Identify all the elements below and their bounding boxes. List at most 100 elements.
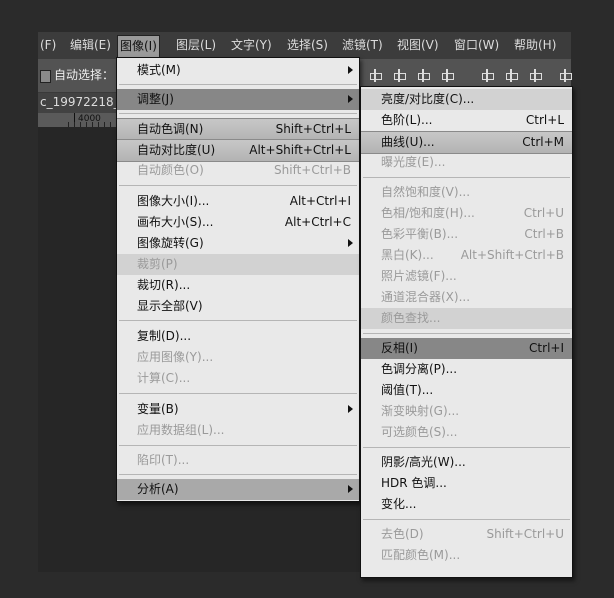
menu-item-mode[interactable]: 模式(M) xyxy=(117,60,359,81)
menu-item-exposure[interactable]: 曝光度(E)... xyxy=(361,152,572,173)
menu-separator xyxy=(119,320,357,321)
menu-item-shadows-highlights[interactable]: 阴影/高光(W)... xyxy=(361,452,572,473)
menu-item-shortcut: Alt+Shift+Ctrl+B xyxy=(460,248,564,262)
menu-separator xyxy=(363,177,570,178)
menu-item-levels[interactable]: 色阶(L)... Ctrl+L xyxy=(361,110,572,131)
align-top-icon[interactable] xyxy=(368,69,382,82)
menu-item-label: 阴影/高光(W)... xyxy=(381,455,466,469)
menu-edit[interactable]: 编辑(E) xyxy=(68,32,113,59)
menu-item-trap[interactable]: 陷印(T)... xyxy=(117,450,359,471)
menu-item-label: 曝光度(E)... xyxy=(381,155,446,169)
auto-select-checkbox[interactable] xyxy=(40,70,51,83)
menu-separator xyxy=(119,393,357,394)
menu-item-desaturate[interactable]: 去色(D) Shift+Ctrl+U xyxy=(361,524,572,545)
align-vcenter-icon[interactable] xyxy=(392,69,406,82)
menu-item-label: 可选颜色(S)... xyxy=(381,425,458,439)
menu-item-reveal-all[interactable]: 显示全部(V) xyxy=(117,296,359,317)
menu-item-selective-color[interactable]: 可选颜色(S)... xyxy=(361,422,572,443)
menu-item-label: 色彩平衡(B)... xyxy=(381,227,459,241)
menu-item-label: 图像旋转(G) xyxy=(137,236,204,250)
menu-item-label: 自然饱和度(V)... xyxy=(381,185,471,199)
menu-item-label: 应用图像(Y)... xyxy=(137,350,214,364)
menu-item-shortcut: Alt+Ctrl+C xyxy=(284,215,351,229)
menu-item-canvas-size[interactable]: 画布大小(S)... Alt+Ctrl+C xyxy=(117,212,359,233)
menu-item-crop[interactable]: 裁剪(P) xyxy=(117,254,359,275)
menu-item-label: 变化... xyxy=(381,497,417,511)
submenu-arrow-icon xyxy=(348,239,353,247)
menu-item-label: 调整(J) xyxy=(137,92,174,106)
menu-item-label: 变量(B) xyxy=(137,402,179,416)
menu-item-hdr-toning[interactable]: HDR 色调... xyxy=(361,473,572,494)
menu-item-threshold[interactable]: 阈值(T)... xyxy=(361,380,572,401)
menu-item-label: 匹配颜色(M)... xyxy=(381,548,461,562)
menu-item-channel-mixer[interactable]: 通道混合器(X)... xyxy=(361,287,572,308)
menu-file[interactable]: (F) xyxy=(38,32,58,59)
menu-filter[interactable]: 滤镜(T) xyxy=(340,32,385,59)
menu-item-apply-data-set[interactable]: 应用数据组(L)... xyxy=(117,420,359,441)
menu-item-curves[interactable]: 曲线(U)... Ctrl+M xyxy=(361,131,572,154)
menu-window[interactable]: 窗口(W) xyxy=(452,32,501,59)
menu-item-vibrance[interactable]: 自然饱和度(V)... xyxy=(361,182,572,203)
menu-item-image-size[interactable]: 图像大小(I)... Alt+Ctrl+I xyxy=(117,191,359,212)
menu-item-black-white[interactable]: 黑白(K)... Alt+Shift+Ctrl+B xyxy=(361,245,572,266)
menu-item-hue-saturation[interactable]: 色相/饱和度(H)... Ctrl+U xyxy=(361,203,572,224)
menu-item-trim[interactable]: 裁切(R)... xyxy=(117,275,359,296)
menu-item-brightness-contrast[interactable]: 亮度/对比度(C)... xyxy=(361,89,572,110)
menu-item-photo-filter[interactable]: 照片滤镜(F)... xyxy=(361,266,572,287)
menu-item-adjustments[interactable]: 调整(J) xyxy=(117,89,359,110)
menu-item-duplicate[interactable]: 复制(D)... xyxy=(117,326,359,347)
menu-item-gradient-map[interactable]: 渐变映射(G)... xyxy=(361,401,572,422)
menu-item-image-rotation[interactable]: 图像旋转(G) xyxy=(117,233,359,254)
menu-item-auto-color[interactable]: 自动颜色(O) Shift+Ctrl+B xyxy=(117,160,359,181)
menu-item-label: 黑白(K)... xyxy=(381,248,434,262)
menu-item-shortcut: Alt+Shift+Ctrl+L xyxy=(249,143,351,157)
menu-item-label: 渐变映射(G)... xyxy=(381,404,460,418)
menu-item-apply-image[interactable]: 应用图像(Y)... xyxy=(117,347,359,368)
menu-layer[interactable]: 图层(L) xyxy=(174,32,218,59)
distribute-vcenter-icon[interactable] xyxy=(504,69,518,82)
menu-item-label: 色调分离(P)... xyxy=(381,362,458,376)
menu-image[interactable]: 图像(I) xyxy=(117,35,160,58)
menu-item-match-color[interactable]: 匹配颜色(M)... xyxy=(361,545,572,566)
menu-item-shortcut: Alt+Ctrl+I xyxy=(289,194,351,208)
submenu-arrow-icon xyxy=(348,66,353,74)
menu-item-label: 裁切(R)... xyxy=(137,278,191,292)
menu-item-label: 反相(I) xyxy=(381,341,418,355)
menu-separator xyxy=(363,333,570,334)
menu-item-label: 阈值(T)... xyxy=(381,383,434,397)
submenu-arrow-icon xyxy=(348,405,353,413)
menu-item-shortcut: Shift+Ctrl+B xyxy=(274,163,351,177)
menu-item-variables[interactable]: 变量(B) xyxy=(117,399,359,420)
menu-type[interactable]: 文字(Y) xyxy=(229,32,274,59)
menu-view[interactable]: 视图(V) xyxy=(395,32,441,59)
menu-item-shortcut: Ctrl+U xyxy=(523,206,564,220)
menu-separator xyxy=(363,519,570,520)
menu-item-label: 计算(C)... xyxy=(137,371,191,385)
menu-item-label: 显示全部(V) xyxy=(137,299,203,313)
distribute-left-icon[interactable] xyxy=(558,69,572,82)
menu-item-color-balance[interactable]: 色彩平衡(B)... Ctrl+B xyxy=(361,224,572,245)
menu-item-auto-contrast[interactable]: 自动对比度(U) Alt+Shift+Ctrl+L xyxy=(117,139,359,162)
menu-item-analysis[interactable]: 分析(A) xyxy=(117,479,359,500)
align-left-icon[interactable] xyxy=(440,69,454,82)
menu-item-label: 照片滤镜(F)... xyxy=(381,269,457,283)
menu-item-calculations[interactable]: 计算(C)... xyxy=(117,368,359,389)
auto-select-label: 自动选择： xyxy=(54,68,115,82)
menu-item-invert[interactable]: 反相(I) Ctrl+I xyxy=(361,338,572,359)
menu-help[interactable]: 帮助(H) xyxy=(512,32,558,59)
menu-item-shortcut: Ctrl+B xyxy=(524,227,564,241)
menu-item-shortcut: Ctrl+L xyxy=(525,113,564,127)
adjustments-submenu: 亮度/对比度(C)... 色阶(L)... Ctrl+L 曲线(U)... Ct… xyxy=(360,86,573,578)
menu-item-label: 自动色调(N) xyxy=(137,122,204,136)
menu-select[interactable]: 选择(S) xyxy=(285,32,330,59)
menu-item-variations[interactable]: 变化... xyxy=(361,494,572,515)
distribute-top-icon[interactable] xyxy=(480,69,494,82)
distribute-bottom-icon[interactable] xyxy=(528,69,542,82)
menu-item-auto-tone[interactable]: 自动色调(N) Shift+Ctrl+L xyxy=(117,118,359,141)
menu-separator xyxy=(119,445,357,446)
menu-separator xyxy=(119,113,357,114)
menu-item-color-lookup[interactable]: 颜色查找... xyxy=(361,308,572,329)
align-bottom-icon[interactable] xyxy=(416,69,430,82)
menu-item-posterize[interactable]: 色调分离(P)... xyxy=(361,359,572,380)
menu-separator xyxy=(363,447,570,448)
